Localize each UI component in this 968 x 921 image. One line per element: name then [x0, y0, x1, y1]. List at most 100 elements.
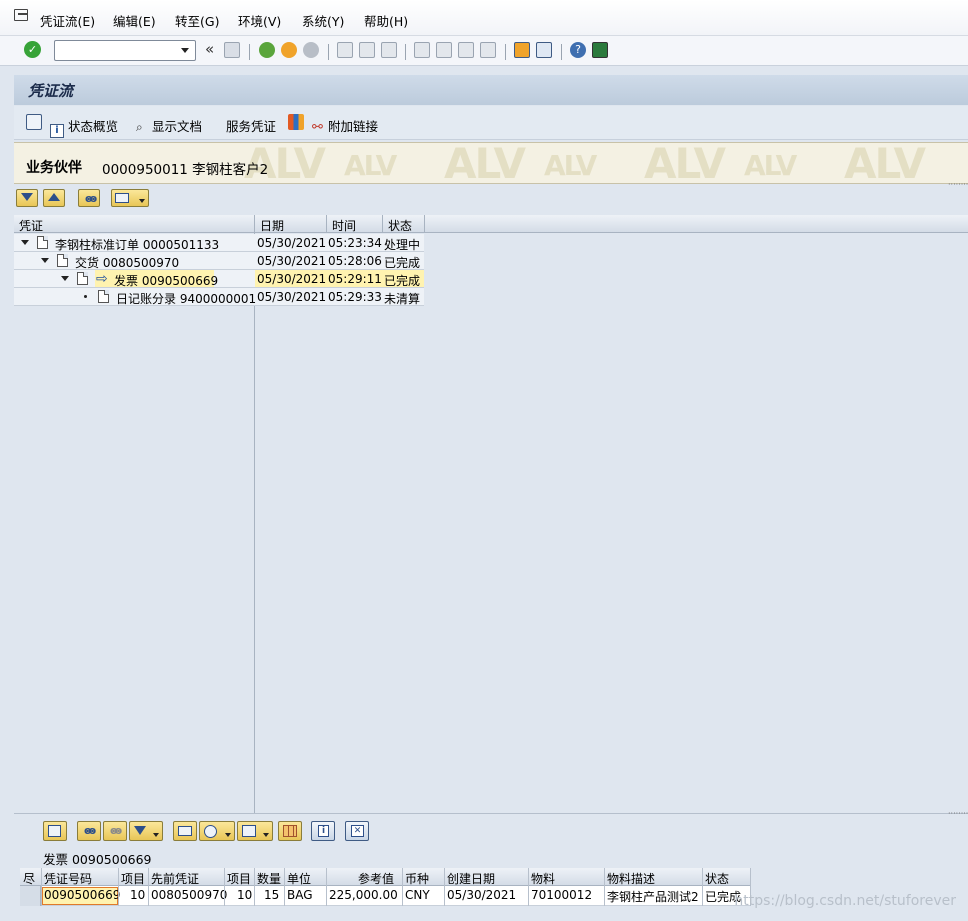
menu-goto[interactable]: 转至(G): [175, 11, 219, 30]
expand-all-button[interactable]: [16, 189, 38, 207]
command-field[interactable]: [54, 40, 196, 61]
grid-header-qty[interactable]: 数量: [257, 870, 281, 887]
page-title: 凭证流: [28, 82, 74, 100]
grid-column-divider: [148, 868, 149, 906]
toolbar-separator: [328, 44, 329, 60]
grid-cell-doc-no[interactable]: 0090500669: [44, 888, 120, 902]
app-menu-icon[interactable]: [14, 9, 28, 21]
info-button[interactable]: i: [311, 821, 335, 841]
status-overview-button[interactable]: i 状态概览: [50, 116, 118, 138]
chart-icon[interactable]: [288, 114, 304, 130]
grid-column-divider: [402, 868, 403, 906]
tree-cell-date: 05/30/2021: [257, 272, 327, 286]
find-icon[interactable]: [359, 42, 375, 58]
expand-node-icon[interactable]: [41, 258, 49, 263]
attach-link-button[interactable]: ⚯ 附加链接: [312, 116, 378, 135]
grid-column-divider: [528, 868, 529, 906]
next-page-icon[interactable]: [458, 42, 474, 58]
grid-header-ref-value[interactable]: 参考值: [358, 870, 394, 887]
close-button[interactable]: ✕: [345, 821, 369, 841]
print-icon[interactable]: [337, 42, 353, 58]
grid-header-currency[interactable]: 币种: [405, 870, 429, 887]
tree-node-label[interactable]: 发票 0090500669: [114, 272, 218, 289]
grid-cell-created: 05/30/2021: [447, 888, 517, 902]
grid-header-material-desc[interactable]: 物料描述: [607, 870, 655, 887]
enter-check-icon[interactable]: ✓: [24, 41, 41, 58]
tree-cell-time: 05:23:34: [328, 236, 382, 250]
grid-column-divider: [444, 868, 445, 906]
grid-header-item2[interactable]: 项目: [227, 870, 251, 887]
grid-header-status[interactable]: 状态: [705, 870, 729, 887]
tree-cell-date: 05/30/2021: [257, 236, 327, 250]
menu-edit[interactable]: 编辑(E): [113, 11, 156, 30]
menu-document-flow[interactable]: 凭证流(E): [40, 11, 95, 30]
dropdown-arrow-icon: [153, 833, 159, 837]
customize-layout-icon[interactable]: [592, 42, 608, 58]
find-next-button[interactable]: ꙭ: [103, 821, 127, 841]
grid-cell-item2: 10: [237, 888, 253, 902]
last-page-icon[interactable]: [480, 42, 496, 58]
cancel-icon[interactable]: [303, 42, 319, 58]
zoom-icon[interactable]: [26, 114, 42, 130]
business-partner-value: 0000950011 李钢柱客户2: [102, 162, 269, 178]
shortcut-icon[interactable]: [536, 42, 552, 58]
column-header-date[interactable]: 日期: [260, 217, 284, 234]
grid-header-created[interactable]: 创建日期: [447, 870, 495, 887]
info-icon: i: [50, 124, 64, 138]
details-button[interactable]: [43, 821, 67, 841]
service-document-button[interactable]: 服务凭证: [226, 116, 276, 135]
layout-button[interactable]: [278, 821, 302, 841]
menu-environment[interactable]: 环境(V): [238, 11, 281, 30]
export-button[interactable]: [237, 821, 273, 841]
new-session-icon[interactable]: [514, 42, 530, 58]
find-button[interactable]: ꙭ: [77, 821, 101, 841]
column-header-document[interactable]: 凭证: [19, 217, 43, 234]
link-icon: ⚯: [312, 120, 323, 135]
save-icon[interactable]: [224, 42, 240, 58]
grid-column-divider: [702, 868, 703, 906]
info-icon: i: [318, 825, 329, 837]
tree-node-label[interactable]: 交货 0080500970: [75, 254, 179, 271]
tree-cell-time: 05:28:06: [328, 254, 382, 268]
tree-node-label[interactable]: 李钢柱标准订单 0000501133: [55, 236, 219, 253]
display-document-button[interactable]: ⌕ 显示文档: [136, 116, 202, 135]
column-header-time[interactable]: 时间: [332, 217, 356, 234]
row-selector[interactable]: [20, 886, 41, 906]
find-button[interactable]: ꙭ: [78, 189, 100, 207]
find-next-icon[interactable]: [381, 42, 397, 58]
previous-page-icon[interactable]: [436, 42, 452, 58]
grid-header-material[interactable]: 物料: [531, 870, 555, 887]
detail-title: 发票 0090500669: [43, 852, 152, 867]
expand-node-icon[interactable]: [61, 276, 69, 281]
grid-header-item[interactable]: 项目: [121, 870, 145, 887]
collapse-all-button[interactable]: [43, 189, 65, 207]
views-button[interactable]: [199, 821, 235, 841]
first-page-icon[interactable]: [414, 42, 430, 58]
tree-cell-status: 处理中: [384, 238, 421, 252]
menu-help[interactable]: 帮助(H): [364, 11, 408, 30]
column-divider: [424, 215, 425, 233]
status-overview-label: 状态概览: [67, 119, 118, 134]
tree-cell-time: 05:29:33: [328, 290, 382, 304]
grid-column-divider: [284, 868, 285, 906]
grid-header-selector[interactable]: 尽: [23, 870, 35, 887]
print-button[interactable]: [173, 821, 197, 841]
back-chevron-icon[interactable]: «: [205, 40, 214, 58]
tree-header: [14, 215, 968, 233]
command-field-dropdown-icon[interactable]: [181, 48, 189, 53]
print-menu-button[interactable]: [111, 189, 149, 207]
views-icon: [204, 825, 217, 838]
exit-icon[interactable]: [281, 42, 297, 58]
tree-node-label[interactable]: 日记账分录 9400000001: [116, 290, 256, 307]
grid-header-unit[interactable]: 单位: [287, 870, 311, 887]
filter-button[interactable]: [129, 821, 163, 841]
back-icon[interactable]: [259, 42, 275, 58]
menu-system[interactable]: 系统(Y): [302, 11, 344, 30]
grid-header-prev-doc[interactable]: 先前凭证: [151, 870, 199, 887]
column-header-status[interactable]: 状态: [388, 217, 412, 234]
dropdown-arrow-icon: [139, 199, 145, 203]
column-divider: [326, 215, 327, 233]
expand-node-icon[interactable]: [21, 240, 29, 245]
grid-header-doc-no[interactable]: 凭证号码: [44, 870, 92, 887]
help-icon[interactable]: ?: [570, 42, 586, 58]
